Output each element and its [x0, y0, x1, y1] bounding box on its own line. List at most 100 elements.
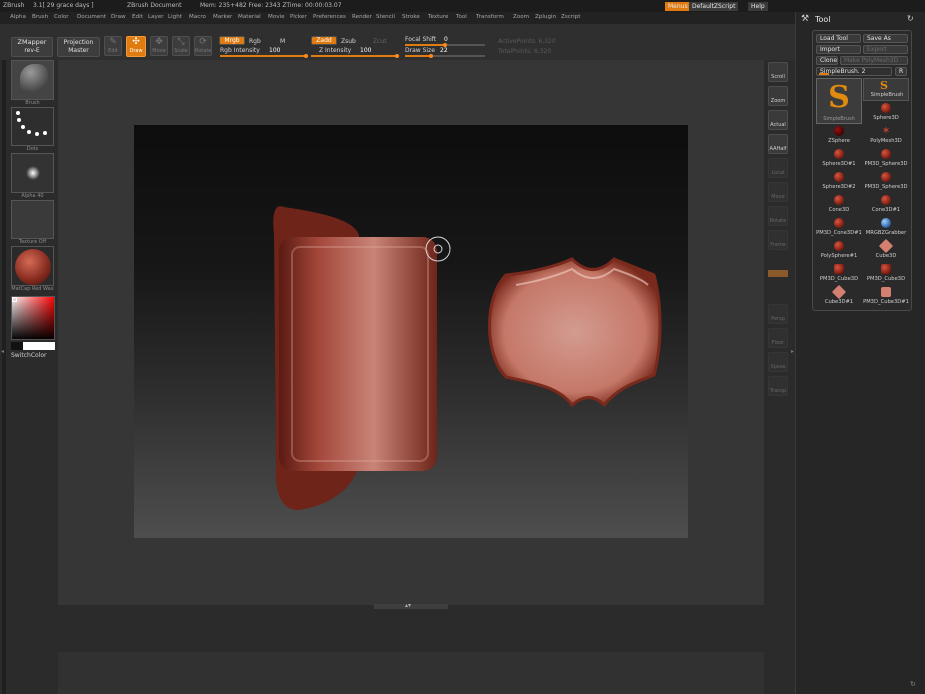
- current-tool-slider[interactable]: SimpleBrush. 2: [816, 67, 892, 76]
- tool-item-cube3d-1[interactable]: Cube3D#1: [816, 284, 862, 309]
- m-button[interactable]: M: [280, 38, 285, 45]
- transp-button[interactable]: Transp: [768, 376, 788, 396]
- tool-item-pm3d-sphere3d[interactable]: PM3D_Sphere3D: [863, 148, 909, 171]
- tool-item-polysphere-1[interactable]: PolySphere#1: [816, 240, 862, 263]
- menu-brush[interactable]: Brush: [32, 14, 48, 20]
- canvas-resize-handle[interactable]: ▴▾: [374, 602, 448, 609]
- zoom-button[interactable]: Zoom: [768, 86, 788, 106]
- sculpt-viewport[interactable]: [134, 125, 688, 538]
- z-intensity-knob[interactable]: [395, 54, 399, 58]
- clone-button[interactable]: Clone: [816, 56, 838, 65]
- rgb-intensity-knob[interactable]: [304, 54, 308, 58]
- menu-texture[interactable]: Texture: [428, 14, 448, 20]
- rgb-intensity-slider[interactable]: [220, 54, 308, 58]
- floor-button[interactable]: Floor: [768, 328, 788, 348]
- focal-shift-slider[interactable]: [405, 43, 485, 47]
- switch-color-button[interactable]: SwitchColor: [11, 352, 55, 359]
- tool-item-sphere3d-2[interactable]: Sphere3D#2: [816, 171, 862, 194]
- menu-color[interactable]: Color: [54, 14, 69, 20]
- active-tool-thumbnail[interactable]: S SimpleBrush: [816, 78, 862, 124]
- menu-picker[interactable]: Picker: [290, 14, 307, 20]
- menu-alpha[interactable]: Alpha: [10, 14, 26, 20]
- zsub-button[interactable]: Zsub: [341, 38, 356, 45]
- persp-button[interactable]: Persp: [768, 304, 788, 324]
- right-tray-arrow-icon[interactable]: ▸: [791, 348, 794, 355]
- secondary-color-swatch[interactable]: [11, 342, 55, 350]
- menu-marker[interactable]: Marker: [213, 14, 232, 20]
- tool-item-pm3d-cube3d[interactable]: PM3D_Cube3D: [816, 263, 862, 286]
- mrgb-button[interactable]: Mrgb: [219, 36, 245, 45]
- left-mesh-front[interactable]: [279, 237, 437, 471]
- menu-zplugin[interactable]: Zplugin: [535, 14, 556, 20]
- make-polymesh-button[interactable]: Make PolyMesh3D: [840, 56, 908, 65]
- tool-item-pm3d-cube3d-1[interactable]: PM3D_Cube3D#1: [863, 286, 909, 309]
- frame-button[interactable]: Frame: [768, 230, 788, 250]
- load-tool-button[interactable]: Load Tool: [816, 34, 861, 43]
- tool-item-sphere3d[interactable]: Sphere3D: [863, 102, 909, 125]
- tray-corner-icon[interactable]: ↻: [910, 680, 916, 688]
- menu-render[interactable]: Render: [352, 14, 372, 20]
- export-button[interactable]: Export: [863, 45, 908, 54]
- tool-item-cone3d-1[interactable]: Cone3D#1: [863, 194, 909, 217]
- rgb-button[interactable]: Rgb: [249, 38, 261, 45]
- left-tray-arrow-icon[interactable]: ◂: [1, 348, 4, 355]
- material-thumbnail[interactable]: [11, 246, 54, 286]
- alpha-thumbnail[interactable]: [11, 153, 54, 193]
- menu-transform[interactable]: Transform: [476, 14, 504, 20]
- zcut-button[interactable]: Zcut: [373, 38, 387, 45]
- document-canvas[interactable]: [134, 125, 688, 538]
- tool-item-pm3d-cone3d-1[interactable]: PM3D_Cone3D#1: [816, 217, 862, 240]
- import-button[interactable]: Import: [816, 45, 861, 54]
- menu-movie[interactable]: Movie: [268, 14, 285, 20]
- zadd-button[interactable]: Zadd: [311, 36, 337, 45]
- aahalf-button[interactable]: AAHalf: [768, 134, 788, 154]
- menu-edit[interactable]: Edit: [132, 14, 143, 20]
- tool-item-cube3d[interactable]: Cube3D: [863, 238, 909, 263]
- tool-item-mrgbzgrabber[interactable]: MRGBZGrabber: [863, 217, 909, 240]
- menu-document[interactable]: Document: [77, 14, 106, 20]
- tool-item-pm3d-sphere3d-2[interactable]: PM3D_Sphere3D: [863, 171, 909, 194]
- stroke-thumbnail[interactable]: [11, 107, 54, 146]
- menu-zscript[interactable]: Zscript: [561, 14, 580, 20]
- menu-preferences[interactable]: Preferences: [313, 14, 346, 20]
- texture-thumbnail[interactable]: [11, 200, 54, 239]
- local-button[interactable]: Local: [768, 158, 788, 178]
- zmapper-button[interactable]: ZMapper rev-E: [11, 37, 53, 57]
- tool-item-pm3d-cube3d-2[interactable]: PM3D_Cube3D: [863, 263, 909, 286]
- draw-button[interactable]: ✣ Draw: [126, 36, 146, 57]
- menu-material[interactable]: Material: [238, 14, 261, 20]
- z-intensity-slider[interactable]: [311, 54, 399, 58]
- tool-item-simplebrush[interactable]: S SimpleBrush: [863, 78, 909, 101]
- tool-item-zsphere[interactable]: ZSphere: [816, 125, 862, 148]
- menu-draw[interactable]: Draw: [111, 14, 126, 20]
- move-view-button[interactable]: Move: [768, 182, 788, 202]
- rotate-view-button[interactable]: Rotate: [768, 206, 788, 226]
- edit-button[interactable]: ✎ Edit: [104, 36, 122, 56]
- r-button[interactable]: R: [895, 67, 907, 76]
- menu-light[interactable]: Light: [168, 14, 182, 20]
- help-button[interactable]: Help: [748, 2, 768, 11]
- tool-item-sphere3d-1[interactable]: Sphere3D#1: [816, 148, 862, 171]
- tool-item-polymesh3d[interactable]: ✶ PolyMesh3D: [863, 125, 909, 148]
- menu-stencil[interactable]: Stencil: [376, 14, 395, 20]
- right-mesh[interactable]: [488, 257, 662, 408]
- primary-color-swatch[interactable]: [23, 342, 55, 350]
- scroll-button[interactable]: Scroll: [768, 62, 788, 82]
- menu-layer[interactable]: Layer: [148, 14, 164, 20]
- draw-size-knob[interactable]: [429, 54, 433, 58]
- projection-master-button[interactable]: Projection Master: [57, 37, 100, 57]
- save-as-button[interactable]: Save As: [863, 34, 908, 43]
- scale-button[interactable]: ⤡ Scale: [172, 36, 190, 56]
- move-button[interactable]: ✥ Move: [150, 36, 168, 56]
- menus-button[interactable]: Menus: [665, 2, 691, 11]
- refresh-icon[interactable]: ↻: [907, 14, 914, 23]
- rotate-button[interactable]: ⟳ Rotate: [194, 36, 212, 56]
- color-picker-cursor[interactable]: [12, 297, 17, 302]
- xpose-button[interactable]: Xpose: [768, 352, 788, 372]
- menu-stroke[interactable]: Stroke: [402, 14, 420, 20]
- brush-thumbnail[interactable]: [11, 60, 54, 100]
- default-zscript-button[interactable]: DefaultZScript: [689, 2, 739, 11]
- draw-size-slider[interactable]: [405, 54, 485, 58]
- floor-toggle[interactable]: [768, 270, 788, 277]
- tool-item-cone3d[interactable]: Cone3D: [816, 194, 862, 217]
